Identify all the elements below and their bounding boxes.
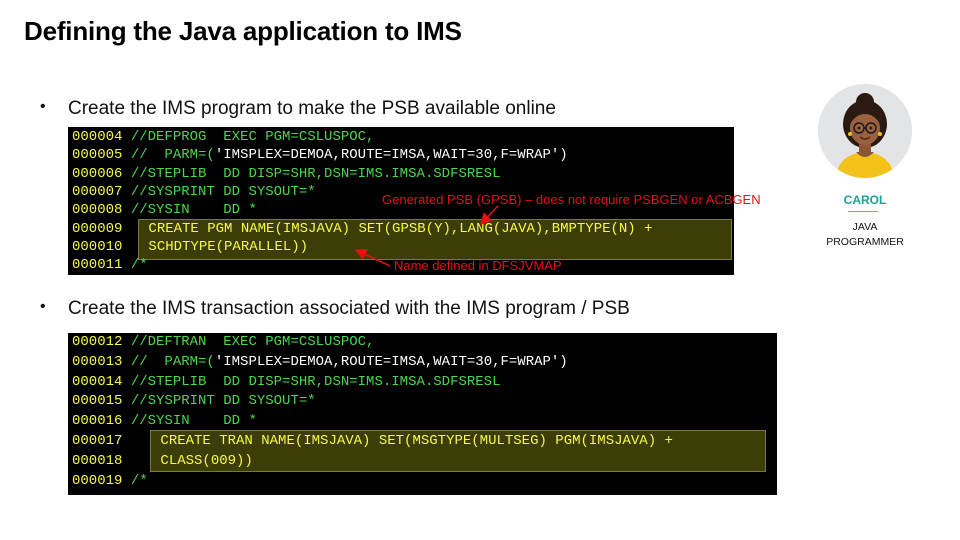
line-sequence-number: 000007: [72, 183, 123, 200]
persona-role-line2: PROGRAMMER: [826, 236, 904, 248]
jcl-parm-value: 'IMSPLEX=DEMOA,ROUTE=IMSA,WAIT=30,F=WRAP…: [214, 147, 568, 164]
jcl-statement: //DEFPROG EXEC PGM=CSLUSPOC,: [122, 129, 375, 145]
line-sequence-number: 000006: [72, 165, 123, 182]
jcl-statement: //SYSIN DD *: [122, 413, 257, 430]
jcl-statement: //SYSPRINT DD SYSOUT=*: [122, 183, 316, 200]
line-sequence-number: 000010: [72, 238, 123, 255]
jcl-line: 000007 //SYSPRINT DD SYSOUT=*: [72, 183, 316, 201]
jcl-line: 000004 //DEFPROG EXEC PGM=CSLUSPOC,: [72, 128, 374, 146]
line-sequence-number: 000018: [72, 452, 123, 469]
jcl-line: 000013 // PARM=('IMSPLEX=DEMOA,ROUTE=IMS…: [72, 353, 568, 371]
line-sequence-number: 000004: [72, 129, 123, 145]
ims-command-text: CREATE TRAN NAME(IMSJAVA) SET(MSGTYPE(MU…: [160, 433, 673, 449]
slide-title: Defining the Java application to IMS: [24, 16, 462, 46]
bullet-transaction: • Create the IMS transaction associated …: [40, 298, 630, 320]
jcl-statement: //DEFTRAN EXEC PGM=CSLUSPOC,: [122, 334, 375, 350]
line-sequence-number: 000008: [72, 202, 123, 219]
jcl-line: 000015 //SYSPRINT DD SYSOUT=*: [72, 392, 316, 410]
line-sequence-number: 000016: [72, 413, 123, 430]
jcl-line: 000018 CLASS(009)): [72, 452, 253, 470]
ims-command-text: SCHDTYPE(PARALLEL)): [148, 238, 309, 255]
jcl-terminal-deftran: 000012 //DEFTRAN EXEC PGM=CSLUSPOC, 00001…: [68, 333, 777, 495]
jcl-line: 000014 //STEPLIB DD DISP=SHR,DSN=IMS.IMS…: [72, 373, 500, 391]
persona-role-line1: JAVA: [852, 221, 878, 233]
line-sequence-number: 000012: [72, 334, 123, 350]
line-sequence-number: 000014: [72, 373, 123, 390]
annotation-gpsb: Generated PSB (GPSB) – does not require …: [382, 192, 761, 207]
jcl-line: 000010 SCHDTYPE(PARALLEL)): [72, 238, 308, 256]
line-sequence-number: 000015: [72, 393, 123, 410]
bullet-program: • Create the IMS program to make the PSB…: [40, 98, 556, 120]
jcl-statement: //STEPLIB DD DISP=SHR,DSN=IMS.IMSA.SDFSR…: [122, 165, 501, 182]
woman-avatar-icon: [818, 84, 912, 178]
line-sequence-number: 000005: [72, 147, 123, 164]
jcl-statement: // PARM=(: [122, 353, 215, 370]
ims-command-text: CLASS(009)): [160, 452, 253, 469]
jcl-statement: //SYSIN DD *: [122, 202, 257, 219]
bullet-program-text: Create the IMS program to make the PSB a…: [68, 98, 556, 119]
jcl-line: 000008 //SYSIN DD *: [72, 201, 257, 219]
bullet-transaction-text: Create the IMS transaction associated wi…: [68, 298, 630, 319]
bullet-dot: •: [40, 298, 46, 315]
jcl-line: 000011 /*: [72, 256, 148, 274]
persona-role: JAVA PROGRAMMER: [818, 220, 912, 250]
jcl-parm-value: 'IMSPLEX=DEMOA,ROUTE=IMSA,WAIT=30,F=WRAP…: [214, 353, 568, 370]
jcl-line: 000005 // PARM=('IMSPLEX=DEMOA,ROUTE=IMS…: [72, 146, 568, 164]
jcl-line: 000017 CREATE TRAN NAME(IMSJAVA) SET(MSGT…: [72, 432, 673, 450]
line-sequence-number: 000019: [72, 472, 123, 489]
jcl-statement: /*: [122, 472, 148, 489]
line-sequence-number: 000017: [72, 433, 123, 449]
line-sequence-number: 000013: [72, 353, 123, 370]
jcl-statement: //STEPLIB DD DISP=SHR,DSN=IMS.IMSA.SDFSR…: [122, 373, 501, 390]
jcl-statement: //SYSPRINT DD SYSOUT=*: [122, 393, 316, 410]
ims-command-text: CREATE PGM NAME(IMSJAVA) SET(GPSB(Y),LAN…: [148, 220, 653, 237]
persona-divider: [848, 211, 878, 212]
annotation-name-dfsjvmap: Name defined in DFSJVMAP: [394, 258, 562, 273]
jcl-line: 000006 //STEPLIB DD DISP=SHR,DSN=IMS.IMS…: [72, 165, 500, 183]
line-sequence-number: 000009: [72, 220, 123, 237]
persona-name: CAROL: [843, 193, 887, 207]
jcl-line: 000016 //SYSIN DD *: [72, 412, 257, 430]
jcl-line: 000009 CREATE PGM NAME(IMSJAVA) SET(GPSB(…: [72, 220, 653, 238]
jcl-line: 000019 /*: [72, 472, 148, 490]
bullet-dot: •: [40, 98, 46, 115]
persona-avatar: [818, 84, 912, 178]
jcl-statement: // PARM=(: [122, 147, 215, 164]
jcl-statement: /*: [122, 257, 148, 274]
line-sequence-number: 000011: [72, 257, 123, 274]
jcl-line: 000012 //DEFTRAN EXEC PGM=CSLUSPOC,: [72, 333, 374, 351]
